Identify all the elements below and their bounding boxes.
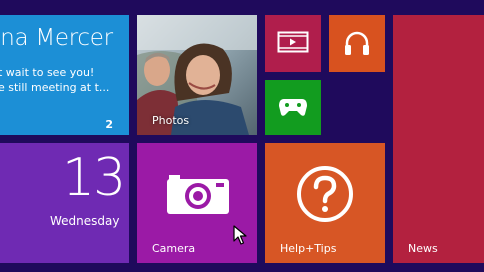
photos-tile[interactable]: Photos <box>137 15 257 135</box>
video-icon <box>277 31 309 53</box>
people-message-line-1: t wait to see you! <box>0 66 95 79</box>
calendar-weekday: Wednesday <box>50 214 120 228</box>
question-icon <box>297 166 353 222</box>
camera-label: Camera <box>152 242 196 255</box>
photos-label: Photos <box>152 114 190 127</box>
camera-icon <box>167 175 229 214</box>
people-message-line-2: e still meeting at t... <box>0 81 110 94</box>
xbox-controller-icon <box>279 99 307 116</box>
mouse-cursor-icon <box>233 225 247 245</box>
people-contact-name: nna Mercer <box>0 25 113 51</box>
people-notification-badge: 2 <box>105 118 113 131</box>
headphones-icon <box>345 31 369 55</box>
video-tile[interactable] <box>265 15 321 72</box>
camera-tile[interactable]: Camera <box>137 143 257 263</box>
help-tips-tile[interactable]: Help+Tips <box>265 143 385 263</box>
games-tile[interactable] <box>265 80 321 135</box>
music-tile[interactable] <box>329 15 385 72</box>
help-tips-label: Help+Tips <box>280 242 337 255</box>
calendar-day-number: 13 <box>62 148 126 208</box>
people-tile[interactable]: nna Mercer t wait to see you! e still me… <box>0 15 129 135</box>
news-label: News <box>408 242 438 255</box>
calendar-tile[interactable]: 13 Wednesday <box>0 143 129 263</box>
news-tile[interactable]: News <box>393 15 484 263</box>
